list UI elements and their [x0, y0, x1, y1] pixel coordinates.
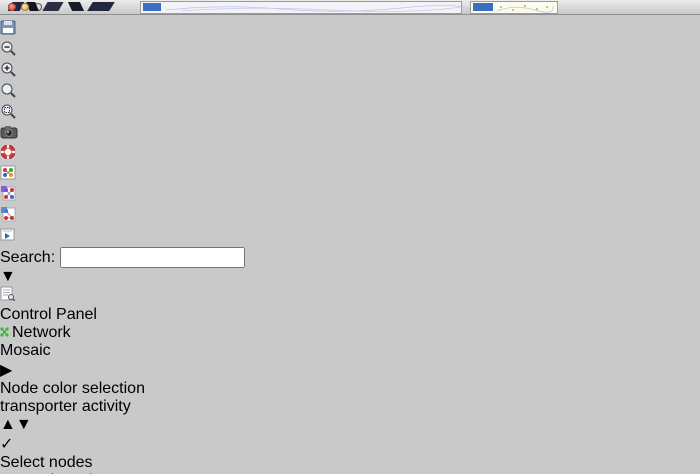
zoom-in-icon[interactable] [0, 61, 700, 82]
select-nodes-row: ✓ Select nodes [0, 434, 700, 472]
network-overview-icon[interactable] [0, 165, 700, 185]
save-session-icon[interactable] [0, 20, 700, 40]
search-input[interactable] [60, 247, 245, 268]
help-icon[interactable] [0, 144, 700, 165]
node-color-selection-group: Node color selection transporter activit… [0, 380, 700, 434]
dropdown-stepper-icon: ▲▼ [0, 416, 700, 434]
tab-mosaic[interactable]: Mosaic [0, 342, 700, 360]
zoom-out-icon[interactable] [0, 40, 700, 61]
more-tabs-arrow-icon[interactable]: ▶ [0, 360, 700, 380]
apply-layout-icon[interactable] [0, 185, 700, 206]
control-panel-title: Control Panel [0, 306, 700, 324]
manage-plugins-icon[interactable] [0, 227, 700, 247]
advanced-search-icon[interactable] [0, 286, 700, 306]
search-label: Search: [0, 249, 55, 266]
dropdown-value: transporter activity [0, 398, 131, 415]
frame-window-controls [8, 3, 42, 11]
sliver-titlebar [143, 3, 161, 11]
network-tab-icon [0, 327, 9, 337]
search-dropdown-button[interactable]: ▼ [0, 268, 700, 286]
sliver-titlebar [473, 3, 493, 11]
select-nodes-checkbox[interactable]: ✓ [0, 434, 700, 454]
group-label: Node color selection [0, 380, 700, 398]
control-panel: Control Panel NetworkMosaic▶ Node color … [0, 306, 700, 474]
apply-vizmap-icon[interactable] [0, 206, 700, 227]
zoom-fit-icon[interactable] [0, 82, 700, 103]
select-nodes-label: Select nodes [0, 454, 700, 472]
main-toolbar: Search: ▼ [0, 0, 700, 306]
frame-zoom-button[interactable] [34, 3, 42, 11]
background-window-sliver[interactable] [470, 1, 558, 14]
cytoscape-desktop-window: Cytoscape Desktop (New Session) Search: … [0, 0, 700, 474]
frame-close-button[interactable] [8, 3, 16, 11]
control-panel-tabs: NetworkMosaic▶ [0, 324, 700, 380]
tab-network[interactable]: Network [0, 324, 700, 342]
node-color-dropdown[interactable]: transporter activity ▲▼ [0, 398, 700, 434]
background-window-sliver[interactable] [140, 1, 462, 14]
frame-minimize-button[interactable] [21, 3, 29, 11]
zoom-selected-icon[interactable] [0, 103, 700, 124]
snapshot-icon[interactable] [0, 124, 700, 144]
